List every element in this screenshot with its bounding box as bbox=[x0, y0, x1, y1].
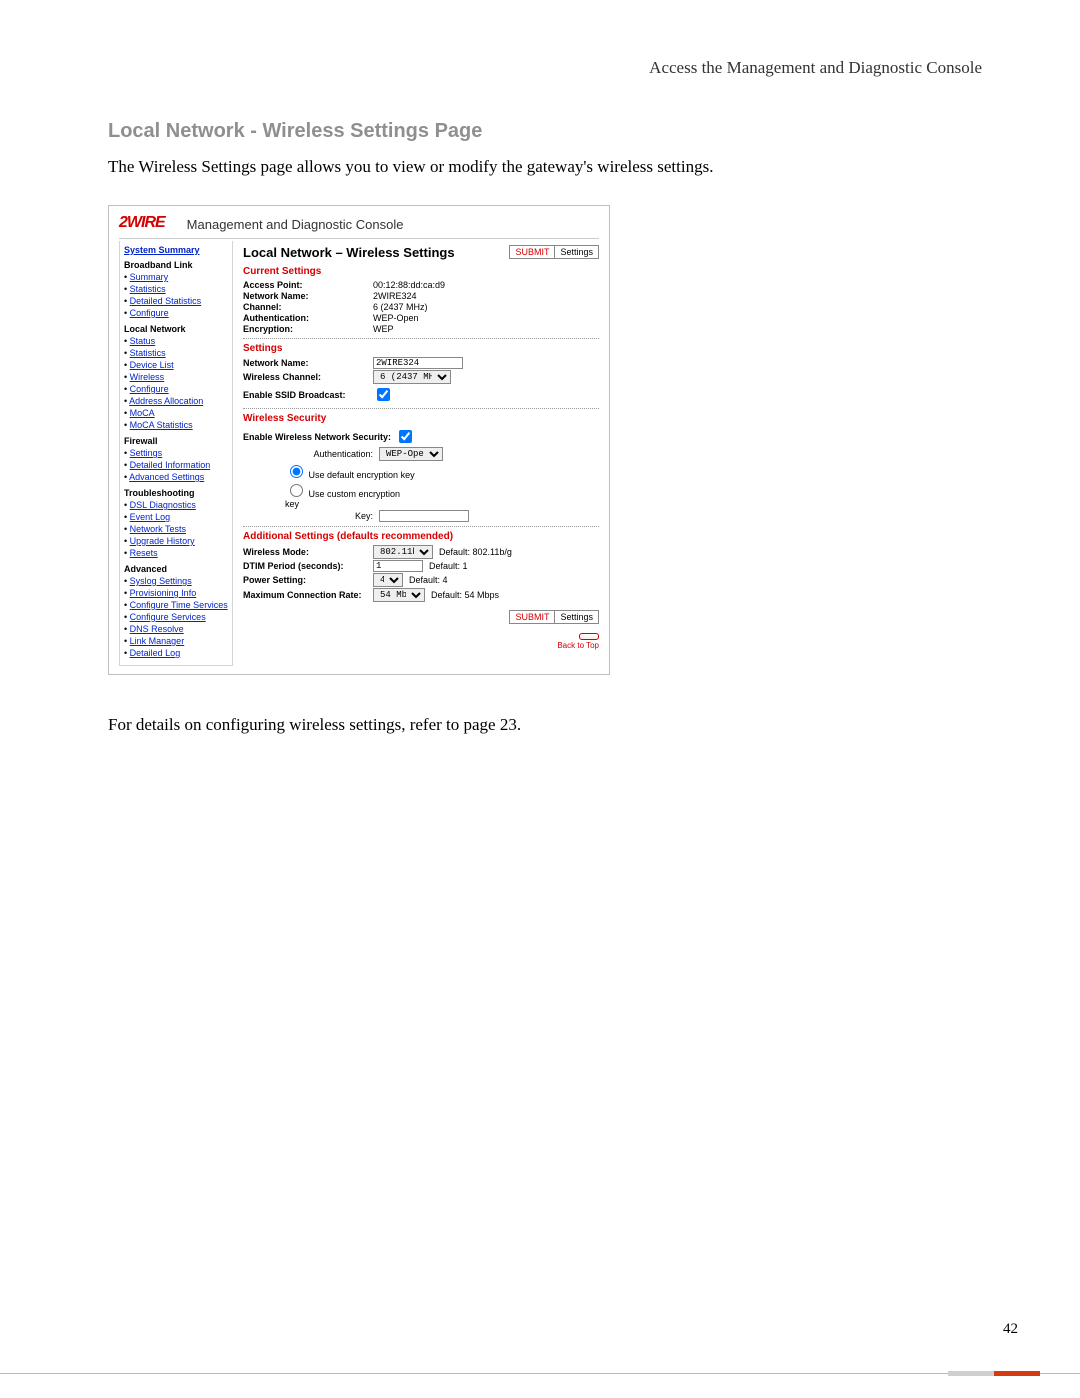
sidebar-system-summary[interactable]: System Summary bbox=[124, 245, 228, 255]
use-default-label: Use default encryption key bbox=[309, 470, 415, 480]
sidebar-section-trouble: Troubleshooting bbox=[124, 488, 228, 498]
enc-label: Encryption: bbox=[243, 324, 373, 334]
sidebar-item-fw-detailed[interactable]: Detailed Information bbox=[130, 460, 211, 470]
page-title: Local Network - Wireless Settings Page bbox=[108, 120, 982, 143]
dtim-input[interactable] bbox=[373, 560, 423, 572]
enable-security-checkbox[interactable] bbox=[399, 430, 412, 443]
back-to-top-link[interactable]: Back to Top bbox=[557, 641, 599, 650]
sidebar-item-dns-resolve[interactable]: DNS Resolve bbox=[130, 624, 184, 634]
page-number: 42 bbox=[1003, 1321, 1018, 1338]
main-panel: SUBMIT Settings Local Network – Wireless… bbox=[233, 241, 609, 666]
current-settings-heading: Current Settings bbox=[243, 266, 599, 277]
brand-logo: 2WIRE bbox=[119, 214, 165, 232]
mode-select[interactable]: 802.11b/g bbox=[373, 545, 433, 559]
sidebar-item-link-manager[interactable]: Link Manager bbox=[130, 636, 185, 646]
scroll-indicator-icon bbox=[579, 633, 599, 640]
rate-default: Default: 54 Mbps bbox=[431, 590, 499, 600]
sidebar-section-advanced: Advanced bbox=[124, 564, 228, 574]
key-label: Key: bbox=[243, 511, 379, 521]
sidebar-item-resets[interactable]: Resets bbox=[130, 548, 158, 558]
outro-text: For details on configuring wireless sett… bbox=[108, 715, 982, 735]
power-default: Default: 4 bbox=[409, 575, 448, 585]
auth-value: WEP-Open bbox=[373, 313, 419, 323]
sidebar-item-conf-time[interactable]: Configure Time Services bbox=[130, 600, 228, 610]
use-default-key-radio[interactable] bbox=[290, 465, 303, 478]
submit-label-b: SUBMIT bbox=[510, 611, 555, 623]
sidebar-item-detailed-log[interactable]: Detailed Log bbox=[130, 648, 181, 658]
sidebar-item-ln-configure[interactable]: Configure bbox=[130, 384, 169, 394]
wireless-channel-select[interactable]: 6 (2437 MHz) bbox=[373, 370, 451, 384]
power-label: Power Setting: bbox=[243, 575, 373, 585]
ssid-label: Enable SSID Broadcast: bbox=[243, 390, 373, 400]
rate-label: Maximum Connection Rate: bbox=[243, 590, 373, 600]
mode-default: Default: 802.11b/g bbox=[439, 547, 512, 557]
nn-value: 2WIRE324 bbox=[373, 291, 417, 301]
sidebar-item-dsl-diag[interactable]: DSL Diagnostics bbox=[130, 500, 196, 510]
ap-label: Access Point: bbox=[243, 280, 373, 290]
sidebar-item-moca[interactable]: MoCA bbox=[130, 408, 155, 418]
console-screenshot: 2WIRE Management and Diagnostic Console … bbox=[108, 205, 610, 675]
document-header: Access the Management and Diagnostic Con… bbox=[108, 58, 982, 78]
intro-text: The Wireless Settings page allows you to… bbox=[108, 157, 982, 177]
sidebar-item-statistics[interactable]: Statistics bbox=[130, 284, 166, 294]
power-select[interactable]: 4 bbox=[373, 573, 403, 587]
sidebar-item-configure[interactable]: Configure bbox=[130, 308, 169, 318]
settings-label: Settings bbox=[555, 246, 598, 258]
submit-label: SUBMIT bbox=[510, 246, 555, 258]
mode-label: Wireless Mode: bbox=[243, 547, 373, 557]
additional-heading: Additional Settings (defaults recommende… bbox=[243, 531, 599, 542]
footer-rule bbox=[0, 1373, 1080, 1374]
submit-button-bottom[interactable]: SUBMIT Settings bbox=[509, 610, 599, 624]
auth-label: Authentication: bbox=[243, 313, 373, 323]
sidebar-item-fw-settings[interactable]: Settings bbox=[130, 448, 163, 458]
sidebar-item-upgrade-history[interactable]: Upgrade History bbox=[130, 536, 195, 546]
dtim-default: Default: 1 bbox=[429, 561, 468, 571]
ch-label: Channel: bbox=[243, 302, 373, 312]
ssid-broadcast-checkbox[interactable] bbox=[377, 388, 390, 401]
rate-select[interactable]: 54 Mbps bbox=[373, 588, 425, 602]
key-input[interactable] bbox=[379, 510, 469, 522]
set-nn-label: Network Name: bbox=[243, 358, 373, 368]
dtim-label: DTIM Period (seconds): bbox=[243, 561, 373, 571]
use-custom-key-radio[interactable] bbox=[290, 484, 303, 497]
sidebar: System Summary Broadband Link Summary St… bbox=[119, 241, 233, 666]
sidebar-section-firewall: Firewall bbox=[124, 436, 228, 446]
sidebar-item-network-tests[interactable]: Network Tests bbox=[130, 524, 186, 534]
sidebar-item-summary[interactable]: Summary bbox=[130, 272, 169, 282]
submit-button-top[interactable]: SUBMIT Settings bbox=[509, 245, 599, 259]
sidebar-item-status[interactable]: Status bbox=[130, 336, 156, 346]
sidebar-item-event-log[interactable]: Event Log bbox=[130, 512, 171, 522]
set-ch-label: Wireless Channel: bbox=[243, 372, 373, 382]
network-name-input[interactable] bbox=[373, 357, 463, 369]
sidebar-item-fw-advanced[interactable]: Advanced Settings bbox=[129, 472, 204, 482]
auth-select[interactable]: WEP-Open bbox=[379, 447, 443, 461]
settings-heading: Settings bbox=[243, 343, 599, 354]
security-heading: Wireless Security bbox=[243, 413, 599, 424]
sidebar-item-address-allocation[interactable]: Address Allocation bbox=[129, 396, 203, 406]
sidebar-item-conf-services[interactable]: Configure Services bbox=[130, 612, 206, 622]
ap-value: 00:12:88:dd:ca:d9 bbox=[373, 280, 445, 290]
console-title: Management and Diagnostic Console bbox=[187, 217, 404, 232]
nn-label: Network Name: bbox=[243, 291, 373, 301]
sidebar-item-provisioning[interactable]: Provisioning Info bbox=[130, 588, 197, 598]
sec-auth-label: Authentication: bbox=[243, 449, 379, 459]
sidebar-item-syslog[interactable]: Syslog Settings bbox=[130, 576, 192, 586]
sidebar-section-local: Local Network bbox=[124, 324, 228, 334]
sidebar-section-broadband: Broadband Link bbox=[124, 260, 228, 270]
sidebar-item-detailed-statistics[interactable]: Detailed Statistics bbox=[130, 296, 202, 306]
ch-value: 6 (2437 MHz) bbox=[373, 302, 428, 312]
settings-label-b: Settings bbox=[555, 611, 598, 623]
enc-value: WEP bbox=[373, 324, 394, 334]
sidebar-item-device-list[interactable]: Device List bbox=[130, 360, 174, 370]
sidebar-item-wireless[interactable]: Wireless bbox=[130, 372, 165, 382]
sidebar-item-moca-statistics[interactable]: MoCA Statistics bbox=[130, 420, 193, 430]
sidebar-item-ln-statistics[interactable]: Statistics bbox=[130, 348, 166, 358]
sec-enable-label: Enable Wireless Network Security: bbox=[243, 432, 391, 442]
